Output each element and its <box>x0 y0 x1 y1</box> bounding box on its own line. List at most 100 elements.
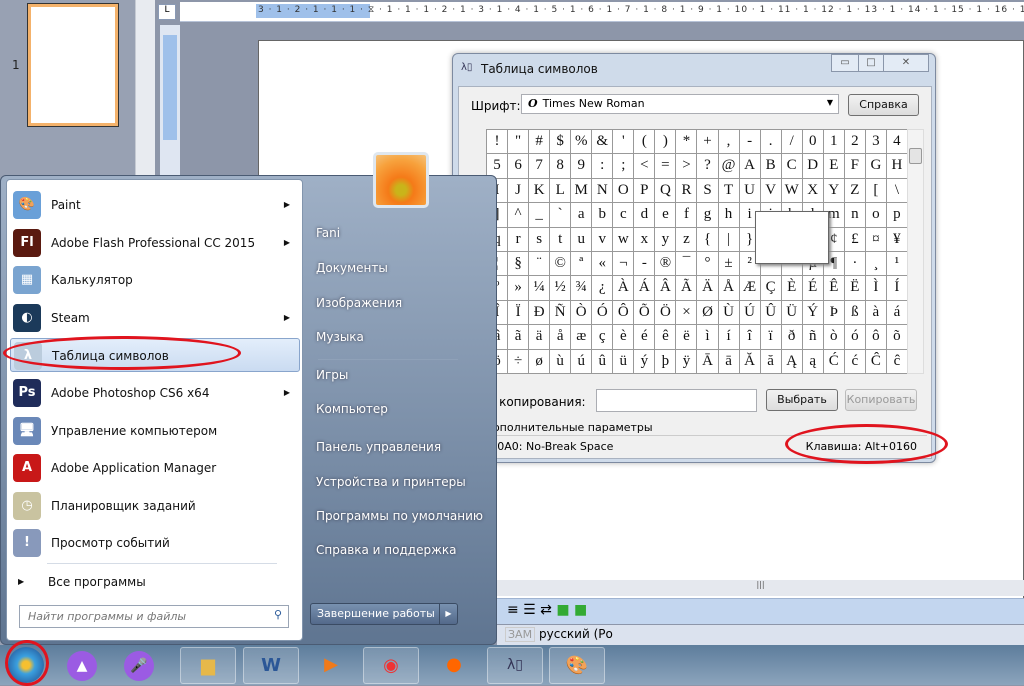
tab-selector[interactable]: L <box>158 4 176 20</box>
character-cell[interactable]: æ <box>571 325 593 350</box>
character-cell[interactable]: á <box>886 300 908 326</box>
character-cell[interactable]: u <box>571 227 593 252</box>
character-cell[interactable]: Ó <box>592 300 614 326</box>
character-cell[interactable]: Q <box>655 178 677 204</box>
program-item[interactable]: A Adobe Application Manager <box>10 451 300 485</box>
character-cell[interactable]: 8 <box>550 154 572 179</box>
character-cell[interactable]: ¬ <box>613 251 635 277</box>
character-cell[interactable]: ë <box>676 325 698 350</box>
character-cell[interactable]: ø <box>529 349 551 374</box>
paint-icon[interactable]: 🎨 <box>549 647 605 684</box>
minimize-button[interactable]: ▭ <box>831 54 859 72</box>
character-cell[interactable]: { <box>697 227 719 252</box>
character-cell[interactable]: W <box>781 178 803 204</box>
start-menu-link[interactable]: Программы по умолчанию <box>316 509 483 523</box>
character-cell[interactable]: Ú <box>739 300 761 326</box>
start-menu-link[interactable]: Устройства и принтеры <box>316 475 466 489</box>
character-cell[interactable]: 6 <box>508 154 530 179</box>
character-grid[interactable]: ! " # $% & '() * +, -./0 1 2 3 4 5 6 7 8 9:; < = >? @ A B C D E F G H… <box>486 129 908 374</box>
character-cell[interactable]: G <box>865 154 887 179</box>
character-cell[interactable]: ò <box>823 325 845 350</box>
character-cell[interactable]: : <box>592 154 614 179</box>
character-cell[interactable]: ^ <box>508 203 530 228</box>
program-item[interactable]: ◐ Steam ▶ <box>10 301 300 335</box>
grid-scrollbar[interactable] <box>907 129 924 374</box>
character-cell[interactable]: Á <box>634 276 656 301</box>
character-cell[interactable]: Â <box>655 276 677 301</box>
character-cell[interactable]: Ö <box>655 300 677 326</box>
character-cell[interactable]: Õ <box>634 300 656 326</box>
start-menu-link[interactable]: Компьютер <box>316 402 388 416</box>
character-cell[interactable]: y <box>655 227 677 252</box>
character-cell[interactable]: + <box>697 130 719 155</box>
character-cell[interactable]: ¾ <box>571 276 593 301</box>
character-cell[interactable]: = <box>655 154 677 179</box>
character-cell[interactable]: ă <box>760 349 782 374</box>
character-cell[interactable]: R <box>676 178 698 204</box>
character-cell[interactable]: ñ <box>802 325 824 350</box>
character-cell[interactable]: × <box>676 300 698 326</box>
character-cell[interactable]: % <box>571 130 593 155</box>
shutdown-options-arrow-icon[interactable]: ▶ <box>439 604 457 624</box>
character-cell[interactable]: " <box>508 130 530 155</box>
character-cell[interactable]: § <box>508 251 530 277</box>
character-cell[interactable]: ß <box>844 300 866 326</box>
charmap-icon[interactable]: λ▯ <box>487 647 543 684</box>
character-cell[interactable]: 9 <box>571 154 593 179</box>
character-cell[interactable]: ā <box>718 349 740 374</box>
character-cell[interactable]: / <box>781 130 803 155</box>
character-cell[interactable]: ¥ <box>886 227 908 252</box>
start-menu-link[interactable]: Fani <box>316 226 340 240</box>
character-cell[interactable]: t <box>550 227 572 252</box>
character-cell[interactable]: Ą <box>781 349 803 374</box>
character-cell[interactable]: ô <box>865 325 887 350</box>
copy-button[interactable]: Копировать <box>845 389 917 411</box>
character-cell[interactable]: Ê <box>823 276 845 301</box>
character-cell[interactable]: B <box>760 154 782 179</box>
character-cell[interactable]: ê <box>655 325 677 350</box>
overtype-indicator[interactable]: ЗАМ <box>505 627 536 642</box>
character-cell[interactable]: Ù <box>718 300 740 326</box>
character-cell[interactable]: Ò <box>571 300 593 326</box>
split-handle[interactable]: ||| <box>497 580 1024 596</box>
character-cell[interactable]: o <box>865 203 887 228</box>
character-cell[interactable]: Ĉ <box>865 349 887 374</box>
character-cell[interactable]: ? <box>697 154 719 179</box>
character-cell[interactable]: ú <box>571 349 593 374</box>
character-cell[interactable]: $ <box>550 130 572 155</box>
media-player-icon[interactable]: ▶ <box>303 647 359 684</box>
character-cell[interactable]: ± <box>718 251 740 277</box>
character-cell[interactable]: g <box>697 203 719 228</box>
chrome-icon[interactable]: ◉ <box>363 647 419 684</box>
alice-icon[interactable]: ▲ <box>67 651 97 681</box>
user-avatar[interactable] <box>373 152 429 208</box>
character-cell[interactable]: z <box>676 227 698 252</box>
character-cell[interactable]: ¼ <box>529 276 551 301</box>
character-cell[interactable]: w <box>613 227 635 252</box>
character-cell[interactable]: ! <box>487 130 509 155</box>
scroll-thumb[interactable] <box>909 148 922 164</box>
character-cell[interactable]: ¹ <box>886 251 908 277</box>
character-cell[interactable]: S <box>697 178 719 204</box>
character-cell[interactable]: < <box>634 154 656 179</box>
character-cell[interactable]: ' <box>613 130 635 155</box>
character-cell[interactable]: ° <box>697 251 719 277</box>
slide-thumbnail[interactable] <box>27 3 119 127</box>
character-cell[interactable]: A <box>739 154 761 179</box>
character-cell[interactable]: é <box>634 325 656 350</box>
character-cell[interactable]: ® <box>655 251 677 277</box>
character-cell[interactable]: > <box>676 154 698 179</box>
character-cell[interactable]: v <box>592 227 614 252</box>
character-cell[interactable]: T <box>718 178 740 204</box>
character-cell[interactable]: å <box>550 325 572 350</box>
character-cell[interactable]: ï <box>760 325 782 350</box>
program-item[interactable]: ▦ Калькулятор <box>10 263 300 297</box>
character-cell[interactable]: » <box>508 276 530 301</box>
word-icon[interactable]: W <box>243 647 299 684</box>
character-cell[interactable]: K <box>529 178 551 204</box>
character-cell[interactable]: 7 <box>529 154 551 179</box>
character-cell[interactable]: ¸ <box>865 251 887 277</box>
character-cell[interactable]: - <box>739 130 761 155</box>
character-cell[interactable]: Ā <box>697 349 719 374</box>
start-menu-link[interactable]: Музыка <box>316 330 364 344</box>
